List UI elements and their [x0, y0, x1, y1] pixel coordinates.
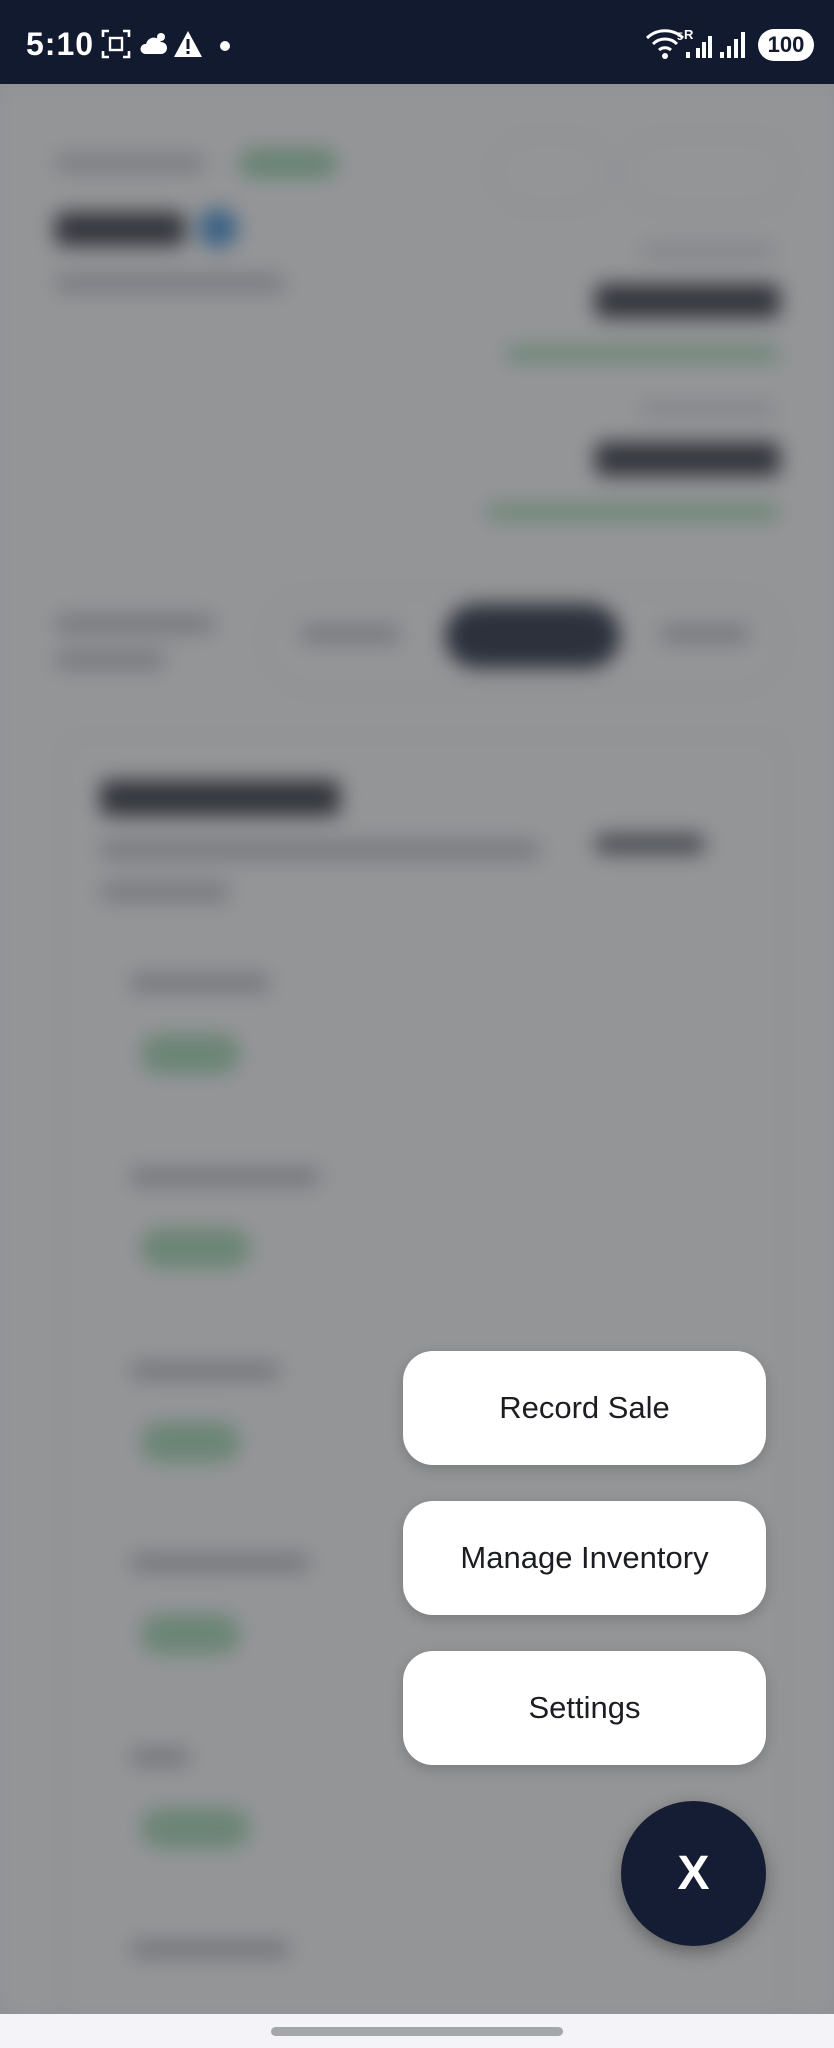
- status-time: 5:10: [26, 26, 95, 62]
- svg-text:R: R: [684, 27, 694, 42]
- signal-icon: [718, 28, 748, 65]
- signal-r-icon: R: [684, 26, 718, 65]
- home-indicator[interactable]: [271, 2027, 563, 2036]
- navigation-bar: [0, 2014, 834, 2048]
- status-bar: 5:10 5 R 100: [0, 0, 834, 84]
- close-menu-button[interactable]: X: [621, 1801, 766, 1946]
- screenshot-icon: [100, 28, 132, 65]
- wifi-icon: 5: [645, 26, 685, 67]
- record-sale-button[interactable]: Record Sale: [403, 1351, 766, 1465]
- battery-icon: 100: [758, 29, 814, 61]
- dot-icon: [219, 39, 231, 57]
- manage-inventory-button[interactable]: Manage Inventory: [403, 1501, 766, 1615]
- svg-text:5: 5: [677, 31, 683, 43]
- cloud-icon: [137, 28, 169, 65]
- settings-button[interactable]: Settings: [403, 1651, 766, 1765]
- warning-icon: [172, 28, 204, 65]
